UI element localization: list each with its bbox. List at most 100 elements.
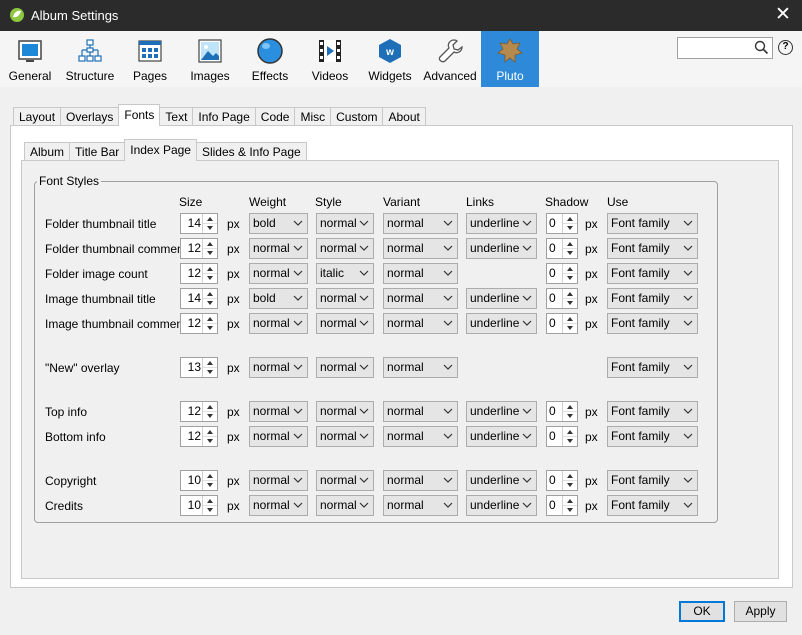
size-spinner[interactable]: 12 [180, 238, 218, 259]
tab-about[interactable]: About [382, 107, 426, 126]
spin-up-arrow-icon[interactable] [563, 239, 577, 248]
spin-down-arrow-icon[interactable] [203, 367, 217, 376]
toolbar-pages[interactable]: Pages [124, 31, 176, 87]
style-dropdown[interactable]: normal [316, 470, 374, 491]
spin-up-arrow-icon[interactable] [203, 427, 217, 436]
tab-overlays[interactable]: Overlays [60, 107, 120, 126]
spin-down-arrow-icon[interactable] [563, 436, 577, 445]
shadow-spinner[interactable]: 0 [546, 213, 578, 234]
use-dropdown[interactable]: Font family [607, 313, 698, 334]
toolbar-pluto[interactable]: Pluto [481, 31, 539, 87]
links-dropdown[interactable]: underline [466, 288, 537, 309]
tab-misc[interactable]: Misc [294, 107, 332, 126]
spin-up-arrow-icon[interactable] [203, 264, 217, 273]
toolbar-widgets[interactable]: w Widgets [364, 31, 416, 87]
subtab-title-bar[interactable]: Title Bar [69, 142, 126, 161]
shadow-spinner[interactable]: 0 [546, 426, 578, 447]
spin-down-arrow-icon[interactable] [203, 298, 217, 307]
spin-up-arrow-icon[interactable] [563, 427, 577, 436]
spin-up-arrow-icon[interactable] [203, 314, 217, 323]
spin-down-arrow-icon[interactable] [563, 505, 577, 514]
close-button[interactable]: ✕ [772, 4, 794, 26]
tab-info-page[interactable]: Info Page [192, 107, 256, 126]
search-input[interactable] [681, 38, 755, 58]
weight-dropdown[interactable]: normal [249, 426, 308, 447]
subtab-album[interactable]: Album [24, 142, 71, 161]
spin-down-arrow-icon[interactable] [203, 436, 217, 445]
spin-down-arrow-icon[interactable] [563, 273, 577, 282]
links-dropdown[interactable]: underline [466, 495, 537, 516]
shadow-spinner[interactable]: 0 [546, 470, 578, 491]
spin-down-arrow-icon[interactable] [203, 273, 217, 282]
variant-dropdown[interactable]: normal [383, 426, 458, 447]
use-dropdown[interactable]: Font family [607, 288, 698, 309]
use-dropdown[interactable]: Font family [607, 263, 698, 284]
variant-dropdown[interactable]: normal [383, 238, 458, 259]
spin-down-arrow-icon[interactable] [563, 223, 577, 232]
links-dropdown[interactable]: underline [466, 401, 537, 422]
help-icon[interactable]: ? [778, 40, 793, 55]
toolbar-advanced[interactable]: Advanced [422, 31, 478, 87]
size-spinner[interactable]: 12 [180, 313, 218, 334]
style-dropdown[interactable]: italic [316, 263, 374, 284]
spin-up-arrow-icon[interactable] [203, 471, 217, 480]
weight-dropdown[interactable]: normal [249, 470, 308, 491]
use-dropdown[interactable]: Font family [607, 426, 698, 447]
spin-down-arrow-icon[interactable] [563, 480, 577, 489]
links-dropdown[interactable]: underline [466, 313, 537, 334]
spin-down-arrow-icon[interactable] [563, 298, 577, 307]
variant-dropdown[interactable]: normal [383, 401, 458, 422]
variant-dropdown[interactable]: normal [383, 288, 458, 309]
search-field[interactable] [677, 37, 773, 59]
variant-dropdown[interactable]: normal [383, 357, 458, 378]
size-spinner[interactable]: 10 [180, 470, 218, 491]
use-dropdown[interactable]: Font family [607, 495, 698, 516]
shadow-spinner[interactable]: 0 [546, 238, 578, 259]
spin-down-arrow-icon[interactable] [203, 505, 217, 514]
apply-button[interactable]: Apply [734, 601, 787, 622]
tab-code[interactable]: Code [254, 107, 296, 126]
use-dropdown[interactable]: Font family [607, 238, 698, 259]
toolbar-images[interactable]: Images [184, 31, 236, 87]
use-dropdown[interactable]: Font family [607, 357, 698, 378]
size-spinner[interactable]: 14 [180, 288, 218, 309]
spin-down-arrow-icon[interactable] [563, 411, 577, 420]
spin-down-arrow-icon[interactable] [203, 223, 217, 232]
weight-dropdown[interactable]: bold [249, 288, 308, 309]
weight-dropdown[interactable]: bold [249, 213, 308, 234]
links-dropdown[interactable]: underline [466, 213, 537, 234]
tab-text[interactable]: Text [159, 107, 194, 126]
variant-dropdown[interactable]: normal [383, 263, 458, 284]
weight-dropdown[interactable]: normal [249, 238, 308, 259]
style-dropdown[interactable]: normal [316, 213, 374, 234]
ok-button[interactable]: OK [679, 601, 725, 622]
use-dropdown[interactable]: Font family [607, 470, 698, 491]
style-dropdown[interactable]: normal [316, 238, 374, 259]
subtab-index-page[interactable]: Index Page [124, 139, 197, 161]
spin-up-arrow-icon[interactable] [203, 239, 217, 248]
shadow-spinner[interactable]: 0 [546, 313, 578, 334]
tab-fonts[interactable]: Fonts [118, 104, 161, 126]
tab-layout[interactable]: Layout [13, 107, 62, 126]
spin-up-arrow-icon[interactable] [563, 496, 577, 505]
style-dropdown[interactable]: normal [316, 426, 374, 447]
spin-up-arrow-icon[interactable] [563, 264, 577, 273]
size-spinner[interactable]: 12 [180, 401, 218, 422]
tab-custom[interactable]: Custom [330, 107, 384, 126]
use-dropdown[interactable]: Font family [607, 401, 698, 422]
shadow-spinner[interactable]: 0 [546, 288, 578, 309]
spin-up-arrow-icon[interactable] [203, 358, 217, 367]
subtab-slides-info-page[interactable]: Slides & Info Page [195, 142, 307, 161]
spin-down-arrow-icon[interactable] [203, 248, 217, 257]
size-spinner[interactable]: 12 [180, 426, 218, 447]
toolbar-videos[interactable]: Videos [304, 31, 356, 87]
spin-down-arrow-icon[interactable] [563, 248, 577, 257]
style-dropdown[interactable]: normal [316, 357, 374, 378]
variant-dropdown[interactable]: normal [383, 313, 458, 334]
spin-up-arrow-icon[interactable] [563, 471, 577, 480]
spin-up-arrow-icon[interactable] [203, 496, 217, 505]
weight-dropdown[interactable]: normal [249, 313, 308, 334]
spin-up-arrow-icon[interactable] [203, 402, 217, 411]
variant-dropdown[interactable]: normal [383, 470, 458, 491]
shadow-spinner[interactable]: 0 [546, 401, 578, 422]
